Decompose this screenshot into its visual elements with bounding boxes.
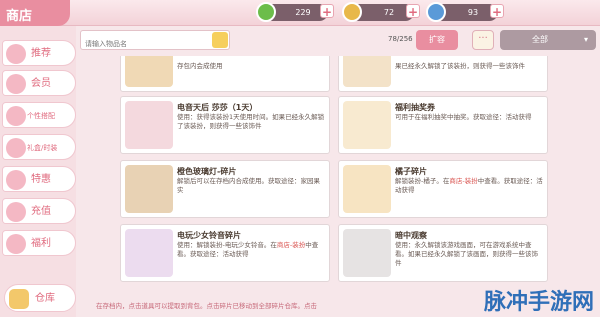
sidebar-item-recharge[interactable]: 充值	[2, 198, 76, 224]
add-gems-button[interactable]: +	[320, 4, 334, 19]
item-name: 橙色玻璃灯-碎片	[177, 167, 237, 176]
sidebar-item-label: 福利	[31, 238, 51, 249]
item-thumbnail	[343, 101, 391, 149]
item-thumbnail	[343, 165, 391, 213]
inventory-panel: 78/256 扩容 ··· 全部 ▾ 存包内会成使用 果已经永久解锁了该装扮，则…	[76, 26, 600, 317]
currency-gems: 229 +	[256, 2, 334, 22]
sidebar-item-member[interactable]: 会员	[2, 70, 76, 96]
search-icon[interactable]	[212, 32, 228, 48]
sidebar-item-label: 推荐	[31, 48, 51, 59]
item-card[interactable]: 福利抽奖券 可用于在福利抽奖中抽奖。获取途径：活动获得	[338, 96, 548, 154]
sale-icon	[6, 170, 26, 190]
item-card[interactable]: 电音天后 莎莎（1天） 使用：获得该装扮1天使用时间。如果已经永久解锁了该装扮，…	[120, 96, 330, 154]
item-desc: 解锁装扮-橘子。在商店-装扮中查看。获取途径：活动获得	[395, 177, 543, 194]
item-desc: 存包内会成使用	[177, 62, 223, 70]
blue-globe-icon	[426, 2, 446, 22]
warehouse-icon	[9, 289, 29, 309]
item-card[interactable]: 暗中观察 使用：永久解锁该游戏画面，可在游戏系统中查看。如果已经永久解锁了该画面…	[338, 224, 548, 282]
item-name: 橘子碎片	[395, 167, 427, 176]
item-thumbnail	[343, 229, 391, 277]
item-name: 电玩少女铃音碎片	[177, 231, 241, 240]
item-name: 电音天后 莎莎（1天）	[177, 103, 258, 112]
recommend-icon	[6, 44, 26, 64]
item-name: 暗中观察	[395, 231, 427, 240]
warehouse-label: 仓库	[35, 293, 55, 304]
filter-select[interactable]: 全部 ▾	[500, 30, 596, 50]
sidebar-item-welfare[interactable]: 福利	[2, 230, 76, 256]
item-card[interactable]: 果已经永久解锁了该装扮，则获得一些该饰件	[338, 56, 548, 92]
item-thumbnail	[125, 165, 173, 213]
gem-count: 229	[295, 8, 311, 17]
add-coins-button[interactable]: +	[406, 4, 420, 19]
sidebar-item-label: 礼盒/时装	[27, 144, 58, 152]
warehouse-button[interactable]: 仓库	[4, 284, 76, 312]
item-name: 福利抽奖券	[395, 103, 435, 112]
sidebar-item-label: 个性搭配	[27, 112, 55, 120]
inventory-count: 78/256	[388, 35, 413, 43]
item-thumbnail	[125, 56, 173, 87]
currency-coins: 72 +	[342, 2, 420, 22]
sidebar-item-sale[interactable]: 特惠	[2, 166, 76, 192]
top-bar: 商店 229 + 72 + 93 +	[0, 0, 600, 26]
globe-count: 93	[467, 8, 479, 17]
item-card[interactable]: 橘子碎片 解锁装扮-橘子。在商店-装扮中查看。获取途径：活动获得	[338, 160, 548, 218]
gold-coin-icon	[342, 2, 362, 22]
item-card[interactable]: 橙色玻璃灯-碎片 解锁后可以在存档内合成使用。获取途径：家园果实	[120, 160, 330, 218]
item-desc: 使用：获得该装扮1天使用时间。如果已经永久解锁了该装扮，则获得一些该饰件	[177, 113, 325, 130]
sidebar-item-giftbox[interactable]: 礼盒/时装	[2, 134, 76, 160]
currency-globe: 93 +	[426, 2, 504, 22]
sidebar-item-label: 充值	[31, 206, 51, 217]
sidebar: 推荐 会员 个性搭配 礼盒/时装 特惠 充值 福利 仓库	[0, 26, 76, 317]
item-card[interactable]: 电玩少女铃音碎片 使用：解锁装扮-电玩少女铃音。在商店-装扮中查看。获取途径：活…	[120, 224, 330, 282]
item-thumbnail	[343, 56, 391, 87]
coin-count: 72	[383, 8, 395, 17]
welfare-icon	[6, 234, 26, 254]
watermark-logo: 脉冲手游网	[483, 290, 594, 315]
item-desc: 可用于在福利抽奖中抽奖。获取途径：活动获得	[395, 113, 532, 121]
sidebar-item-label: 特惠	[31, 174, 51, 185]
more-button[interactable]: ···	[472, 30, 494, 50]
add-globe-button[interactable]: +	[490, 4, 504, 19]
sidebar-item-style[interactable]: 个性搭配	[2, 102, 76, 128]
chevron-down-icon: ▾	[583, 35, 588, 44]
page-title: 商店	[0, 0, 70, 26]
footer-hint: 在存档内，点击道具可以提取到背包。点击碎片已移动到全部碎片仓库。点击	[96, 302, 317, 310]
recharge-icon	[6, 202, 26, 222]
search-input[interactable]	[81, 35, 209, 53]
item-desc: 使用：永久解锁该游戏画面，可在游戏系统中查看。如果已经永久解锁了该画面，则获得一…	[395, 241, 538, 267]
giftbox-icon	[6, 138, 26, 158]
item-thumbnail	[125, 229, 173, 277]
item-desc: 解锁后可以在存档内合成使用。获取途径：家园果实	[177, 177, 320, 194]
expand-button[interactable]: 扩容	[416, 30, 458, 50]
style-icon	[6, 106, 26, 126]
sidebar-item-label: 会员	[31, 78, 51, 89]
item-desc: 果已经永久解锁了该装扮，则获得一些该饰件	[395, 62, 525, 70]
green-gem-icon	[256, 2, 276, 22]
search-box	[80, 30, 230, 53]
filter-value: 全部	[532, 35, 548, 44]
item-thumbnail	[125, 101, 173, 149]
item-desc: 使用：解锁装扮-电玩少女铃音。在商店-装扮中查看。获取途径：活动获得	[177, 241, 319, 258]
item-grid: 存包内会成使用 果已经永久解锁了该装扮，则获得一些该饰件 电音天后 莎莎（1天）…	[120, 56, 548, 298]
item-card[interactable]: 存包内会成使用	[120, 56, 330, 92]
member-icon	[6, 74, 26, 94]
sidebar-item-recommend[interactable]: 推荐	[2, 40, 76, 66]
